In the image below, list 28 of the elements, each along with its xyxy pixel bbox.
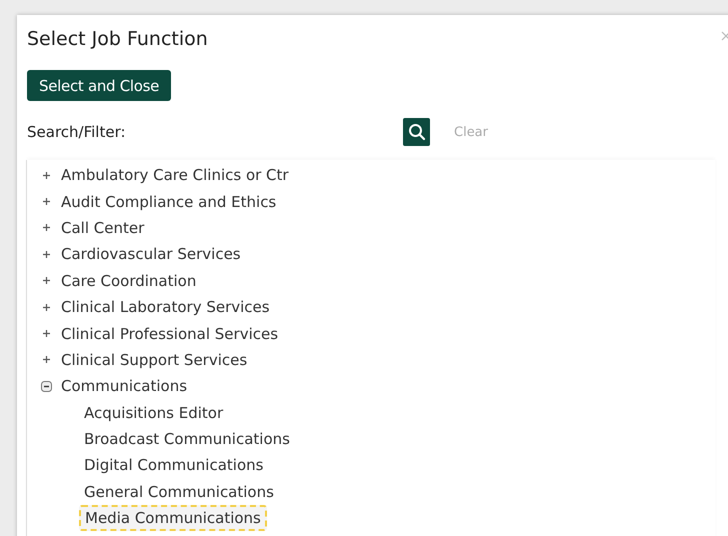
tree-item[interactable]: Broadcast Communications — [79, 427, 295, 452]
tree-item[interactable]: Call Center — [56, 216, 150, 240]
expand-icon[interactable] — [41, 328, 52, 340]
expand-icon[interactable] — [41, 170, 52, 181]
tree-item[interactable]: General Communications — [79, 480, 279, 504]
search-label: Search/Filter: — [27, 123, 127, 141]
tree-item[interactable]: Cardiovascular Services — [56, 242, 246, 266]
expand-icon[interactable] — [41, 302, 52, 313]
expand-icon[interactable] — [41, 275, 52, 286]
tree-item[interactable]: Clinical Professional Services — [56, 322, 284, 346]
expand-icon[interactable] — [41, 196, 52, 208]
expand-icon[interactable] — [41, 248, 52, 260]
tree-item[interactable]: Acquisitions Editor — [79, 400, 228, 425]
search-icon — [408, 123, 426, 141]
tree-item[interactable]: Clinical Laboratory Services — [56, 295, 275, 320]
tree-item[interactable]: Digital Communications — [79, 453, 268, 478]
select-and-close-button[interactable]: Select and Close — [27, 70, 172, 101]
tree-item[interactable]: Communications — [56, 374, 192, 398]
tree-item[interactable]: Ambulatory Care Clinics or Ctr — [56, 163, 294, 188]
tree-item[interactable]: Media Communications — [79, 505, 267, 532]
expand-icon[interactable] — [41, 222, 52, 234]
tree-item[interactable]: Care Coordination — [56, 268, 202, 293]
dialog-title: Select Job Function — [27, 28, 208, 52]
expand-icon[interactable] — [41, 354, 52, 366]
collapse-icon[interactable] — [41, 380, 52, 392]
search-button[interactable] — [403, 118, 430, 146]
tree-item[interactable]: Clinical Support Services — [56, 348, 252, 372]
tree-item[interactable]: Audit Compliance and Ethics — [56, 190, 282, 214]
